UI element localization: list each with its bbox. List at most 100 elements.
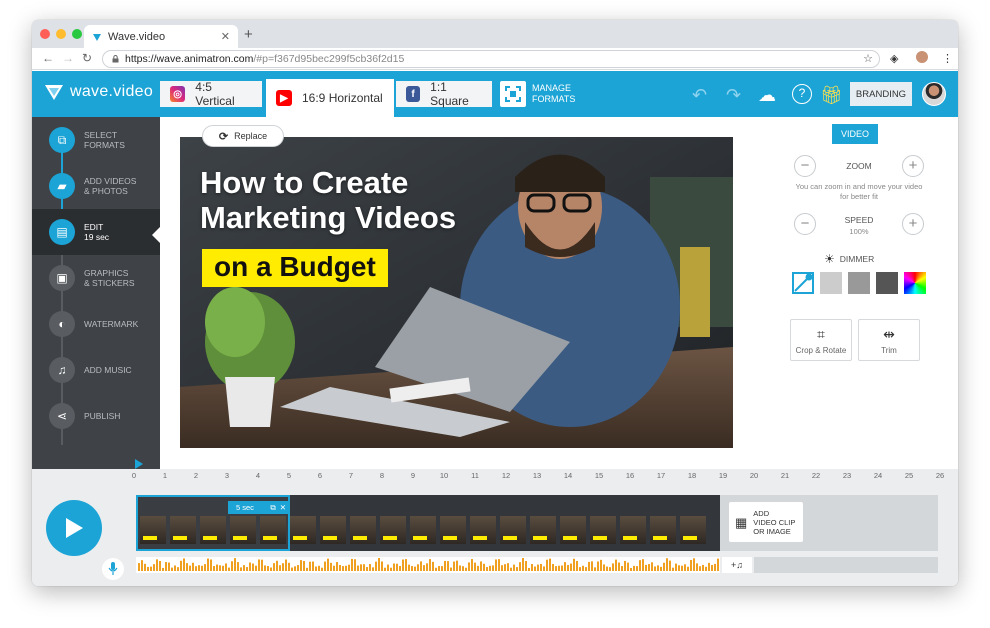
help-icon[interactable]: ? bbox=[792, 84, 812, 104]
waveform-bar bbox=[240, 567, 242, 571]
thumbnail-caption bbox=[623, 536, 637, 540]
bookmark-star-icon[interactable]: ☆ bbox=[863, 52, 873, 65]
replace-label: Replace bbox=[234, 131, 268, 141]
step-add-music[interactable]: ♫ ADD MUSIC bbox=[32, 347, 160, 393]
add-clip-button[interactable]: ▦ ADD VIDEO CLIP OR IMAGE bbox=[729, 502, 803, 542]
clip-duration-tag[interactable]: 5 sec ⧉ ✕ bbox=[228, 501, 290, 514]
manage-formats-icon bbox=[500, 81, 526, 107]
waveform-bar bbox=[429, 559, 431, 571]
cloud-saved-icon[interactable]: ☁ bbox=[758, 85, 776, 106]
waveform-bar bbox=[342, 566, 344, 571]
waveform-bar bbox=[255, 565, 257, 571]
waveform-bar bbox=[504, 564, 506, 571]
profile-avatar-icon[interactable] bbox=[916, 51, 928, 63]
wave-logo[interactable]: wave.video bbox=[44, 83, 153, 101]
maximize-window-button[interactable] bbox=[72, 29, 82, 39]
ruler-tick: 16 bbox=[625, 471, 635, 480]
playhead-marker[interactable] bbox=[135, 459, 143, 469]
browser-tab[interactable]: Wave.video ✕ bbox=[84, 25, 238, 48]
waveform-bar bbox=[705, 566, 707, 571]
reload-icon[interactable]: ↻ bbox=[82, 51, 92, 65]
step-watermark[interactable]: ◐ WATERMARK bbox=[32, 301, 160, 347]
ruler-tick: 7 bbox=[348, 471, 354, 480]
thumbnail-caption bbox=[473, 536, 487, 540]
step-edit[interactable]: ▤ EDIT 19 sec bbox=[32, 209, 160, 255]
select-formats-icon: ⧉ bbox=[49, 127, 75, 153]
video-tab-button[interactable]: VIDEO bbox=[832, 124, 878, 144]
waveform-bar bbox=[435, 567, 437, 571]
waveform-bar bbox=[468, 562, 470, 571]
dimmer-light-swatch[interactable] bbox=[820, 272, 842, 294]
zoom-out-button[interactable]: − bbox=[794, 155, 816, 177]
play-button[interactable] bbox=[46, 500, 102, 556]
extension-icon[interactable]: ◈ bbox=[890, 52, 898, 65]
trim-label: Trim bbox=[881, 346, 897, 355]
dimmer-dark-swatch[interactable] bbox=[876, 272, 898, 294]
speed-down-button[interactable]: − bbox=[794, 213, 816, 235]
close-window-button[interactable] bbox=[40, 29, 50, 39]
add-audio-button[interactable]: +♫ bbox=[722, 557, 752, 573]
user-avatar[interactable] bbox=[922, 82, 946, 106]
manage-formats-button[interactable]: MANAGE FORMATS bbox=[500, 81, 575, 107]
back-arrow-icon[interactable]: ← bbox=[42, 51, 54, 65]
browser-menu-icon[interactable]: ⋮ bbox=[942, 52, 953, 65]
waveform-bar bbox=[552, 563, 554, 571]
waveform-bar bbox=[528, 567, 530, 571]
waveform-bar bbox=[678, 565, 680, 571]
video-preview[interactable]: How to Create Marketing Videos on a Budg… bbox=[180, 137, 733, 448]
waveform-bar bbox=[285, 559, 287, 571]
waveform-bar bbox=[567, 565, 569, 571]
waveform-bar bbox=[594, 567, 596, 571]
thumbnail-caption bbox=[653, 536, 667, 540]
steps-sidebar: ⧉ SELECT FORMATS ▰ ADD VIDEOS & PHOTOS ▤ E… bbox=[32, 117, 160, 469]
zoom-in-button[interactable]: + bbox=[902, 155, 924, 177]
waveform-bar bbox=[381, 561, 383, 571]
speed-up-button[interactable]: + bbox=[902, 213, 924, 235]
waveform-bar bbox=[558, 565, 560, 571]
tab-format-horizontal[interactable]: ▶ 16:9 Horizontal bbox=[266, 79, 394, 117]
waveform-bar bbox=[672, 567, 674, 571]
ruler-tick: 17 bbox=[656, 471, 666, 480]
headline-line-2: Marketing Videos bbox=[200, 200, 457, 235]
tab-format-vertical[interactable]: ◎ 4:5 Vertical bbox=[160, 80, 262, 108]
minimize-window-button[interactable] bbox=[56, 29, 66, 39]
new-tab-icon[interactable]: + bbox=[244, 26, 253, 43]
waveform-bar bbox=[603, 564, 605, 571]
clip-copy-icon[interactable]: ⧉ bbox=[270, 503, 275, 513]
step-select-formats[interactable]: ⧉ SELECT FORMATS bbox=[32, 117, 160, 163]
voiceover-button[interactable] bbox=[102, 558, 124, 580]
waveform-bar bbox=[660, 566, 662, 571]
video-headline[interactable]: How to Create Marketing Videos bbox=[200, 165, 456, 235]
tab-format-square[interactable]: f 1:1 Square bbox=[396, 80, 492, 108]
highlight-caption[interactable]: on a Budget bbox=[202, 249, 388, 287]
audio-track[interactable] bbox=[136, 557, 720, 573]
timeline: 0 1 2 3 4 5 6 7 8 9 10 11 12 13 14 15 16 17 18 19 20 21 22 23 24… bbox=[32, 459, 958, 586]
trim-button[interactable]: ⇹ Trim bbox=[858, 319, 920, 361]
waveform-bar bbox=[222, 565, 224, 571]
undo-icon[interactable]: ↶ bbox=[692, 85, 707, 106]
waveform-bar bbox=[588, 561, 590, 571]
step-publish[interactable]: ⋖ PUBLISH bbox=[32, 393, 160, 439]
time-ruler[interactable]: 0 1 2 3 4 5 6 7 8 9 10 11 12 13 14 15 16 17 18 19 20 21 22 23 24… bbox=[132, 469, 944, 483]
sticker-icon: ▣ bbox=[49, 265, 75, 291]
clip-delete-icon[interactable]: ✕ bbox=[280, 503, 286, 512]
step-add-videos[interactable]: ▰ ADD VIDEOS & PHOTOS bbox=[32, 163, 160, 209]
close-tab-icon[interactable]: ✕ bbox=[221, 30, 230, 43]
music-note-icon: ♫ bbox=[49, 357, 75, 383]
dimmer-none-swatch[interactable] bbox=[792, 272, 814, 294]
step-graphics[interactable]: ▣ GRAPHICS & STICKERS bbox=[32, 255, 160, 301]
crop-rotate-button[interactable]: ⌗ Crop & Rotate bbox=[790, 319, 852, 361]
folder-icon: ▰ bbox=[49, 173, 75, 199]
branding-button[interactable]: BRANDING bbox=[850, 82, 912, 106]
waveform-bar bbox=[162, 567, 164, 571]
zoom-hint-2: for better fit bbox=[840, 192, 878, 201]
replace-button[interactable]: ⟳ Replace bbox=[202, 125, 284, 147]
address-bar[interactable]: https://wave.animatron.com/#p=f367d95bec… bbox=[102, 50, 880, 68]
dimmer-medium-swatch[interactable] bbox=[848, 272, 870, 294]
facebook-icon: f bbox=[406, 86, 421, 102]
gift-icon[interactable]: 🎁︎ bbox=[820, 85, 843, 106]
forward-arrow-icon[interactable]: → bbox=[62, 51, 74, 65]
waveform-bar bbox=[210, 559, 212, 571]
redo-icon[interactable]: ↷ bbox=[726, 85, 741, 106]
dimmer-color-picker[interactable] bbox=[904, 272, 926, 294]
